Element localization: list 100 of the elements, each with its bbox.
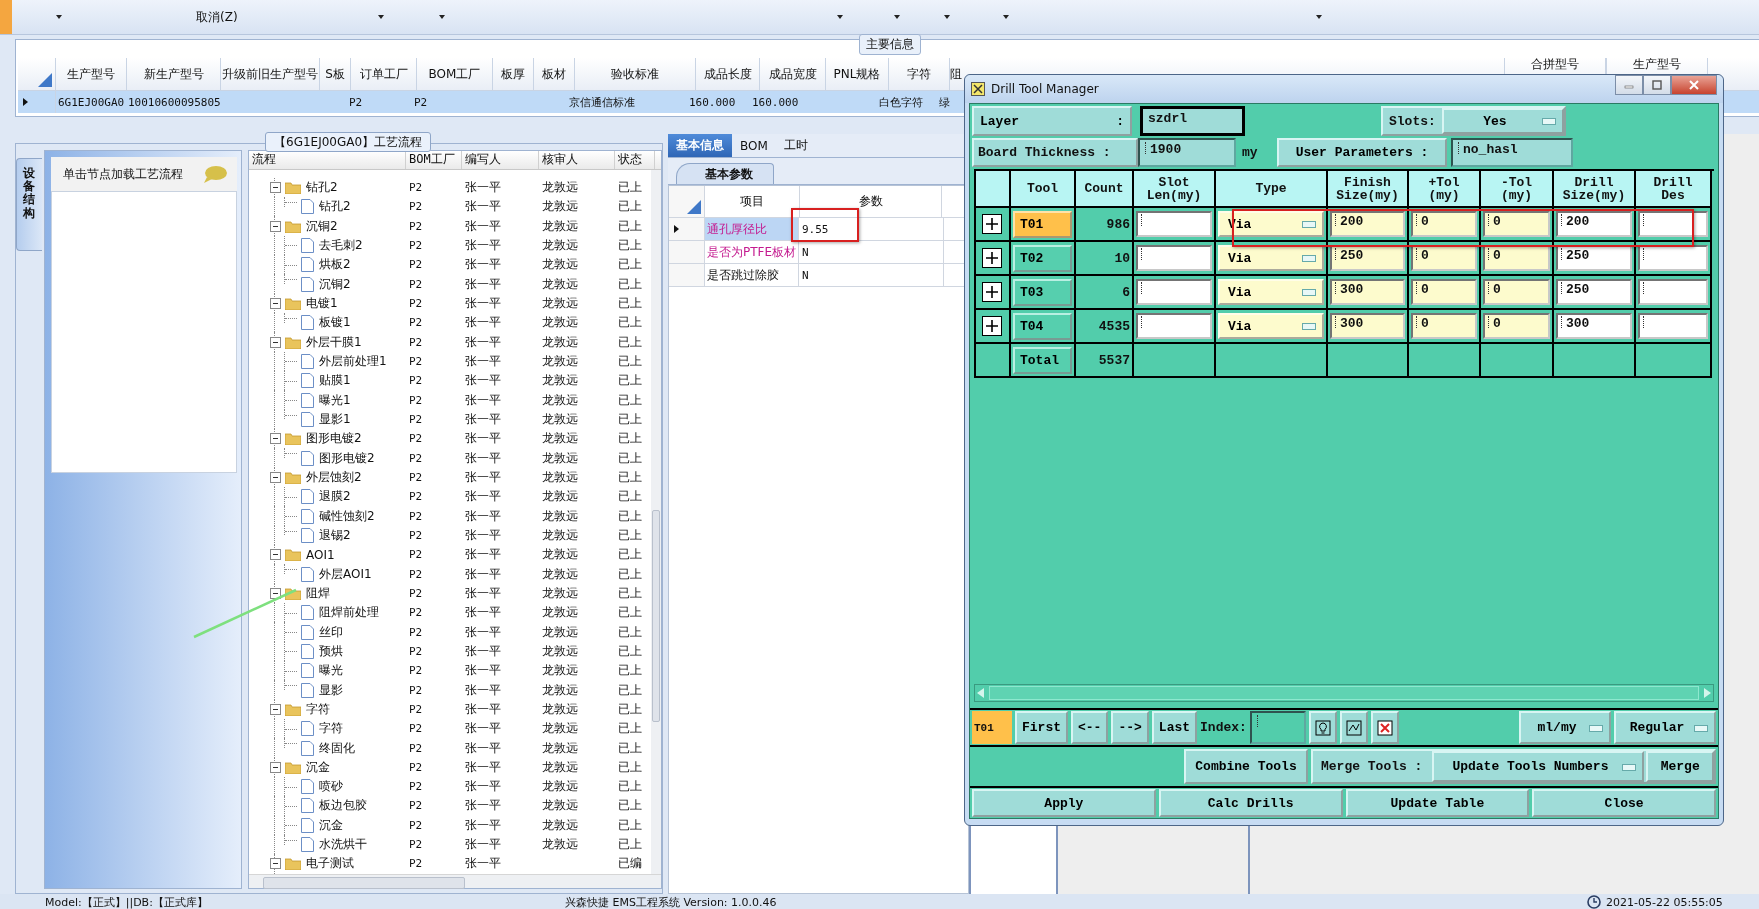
tree-item[interactable]: 字符	[306, 700, 330, 718]
tool-button[interactable]: T04	[1013, 312, 1072, 340]
drill-description-field[interactable]	[1638, 279, 1708, 305]
column-header[interactable]: 字符	[889, 58, 950, 90]
navigation-button[interactable]: First	[1015, 711, 1068, 744]
column-header[interactable]: 板材	[534, 58, 575, 90]
column-header[interactable]: 状态	[615, 151, 655, 169]
layer-field[interactable]: szdrl	[1140, 106, 1245, 136]
caret-icon[interactable]	[1315, 15, 1322, 19]
mode-dropdown[interactable]: Regular	[1614, 711, 1716, 744]
expand-icon[interactable]	[982, 248, 1002, 268]
user-parameters-button[interactable]: User Parameters :	[1277, 138, 1447, 167]
tree-item[interactable]: 图形电镀2	[319, 449, 375, 467]
user-parameters-field[interactable]: no_hasl	[1451, 138, 1573, 167]
collapse-icon[interactable]	[270, 433, 281, 445]
column-header[interactable]: 核审人	[539, 151, 615, 169]
tree-item[interactable]: AOI1	[306, 547, 335, 562]
side-tab[interactable]: 设备结构	[16, 158, 42, 251]
tree-item[interactable]: 阻焊	[306, 584, 330, 602]
cancel-menu[interactable]: 取消(Z)	[196, 8, 238, 26]
navigation-button[interactable]: <--	[1071, 711, 1109, 744]
action-button[interactable]: Update Table	[1345, 789, 1530, 817]
combine-tools-button[interactable]: Combine Tools	[1184, 749, 1308, 784]
caret-icon[interactable]	[943, 15, 950, 19]
tool-button[interactable]: T03	[1013, 278, 1072, 306]
slot-length-field[interactable]	[1136, 313, 1212, 339]
tree-item[interactable]: 去毛刺2	[319, 236, 363, 254]
units-dropdown[interactable]: ml/my	[1519, 711, 1611, 744]
tree-item[interactable]: 外层干膜1	[306, 333, 362, 351]
tree-item[interactable]: 显影1	[319, 410, 351, 428]
tree-item[interactable]: 终固化	[319, 739, 355, 757]
slot-length-field[interactable]	[1136, 245, 1212, 271]
tree-item[interactable]: 丝印	[319, 623, 343, 641]
total-button[interactable]: Total	[1013, 346, 1072, 374]
merge-dropdown[interactable]: Update Tools Numbers	[1432, 751, 1645, 782]
tree-item[interactable]: 图形电镀2	[306, 430, 362, 448]
collapse-icon[interactable]	[270, 761, 281, 773]
column-header[interactable]: 编写人	[462, 151, 539, 169]
action-button[interactable]: Apply	[972, 789, 1156, 817]
tab[interactable]: 基本信息	[668, 134, 732, 157]
tree-item[interactable]: 预烘	[319, 642, 343, 660]
tree-item[interactable]: 碱性蚀刻2	[319, 507, 375, 525]
collapse-icon[interactable]	[270, 858, 281, 870]
size-field[interactable]: 250	[1556, 245, 1632, 271]
close-button[interactable]	[1671, 75, 1717, 95]
tree-item[interactable]: 沉铜2	[319, 275, 351, 293]
size-field[interactable]: 300	[1556, 313, 1632, 339]
type-dropdown[interactable]: Via	[1218, 245, 1324, 271]
column-header[interactable]: PNL规格	[826, 58, 889, 90]
size-field[interactable]: 0	[1411, 313, 1477, 339]
column-header[interactable]: BOM工厂	[417, 58, 493, 90]
tab[interactable]: BOM	[732, 134, 776, 157]
chart-icon[interactable]	[1339, 711, 1368, 744]
column-header[interactable]: 新生产型号	[127, 58, 221, 90]
column-header[interactable]: 参数	[800, 186, 942, 217]
tree-item[interactable]: 钻孔2	[319, 198, 351, 216]
caret-icon[interactable]	[836, 15, 843, 19]
tree-item[interactable]: 电镀1	[306, 294, 338, 312]
tool-button[interactable]: T01	[1013, 210, 1072, 238]
tree-item[interactable]: 退膜2	[319, 488, 351, 506]
tree-item[interactable]: 曝光1	[319, 391, 351, 409]
collapse-icon[interactable]	[270, 703, 281, 715]
tree-item[interactable]: 外层前处理1	[319, 352, 387, 370]
size-field[interactable]: 0	[1483, 211, 1550, 237]
column-header[interactable]: BOM工厂	[406, 151, 462, 169]
type-dropdown[interactable]: Via	[1218, 279, 1324, 305]
column-header[interactable]: S板	[320, 58, 351, 90]
tree-item[interactable]: 喷砂	[319, 778, 343, 796]
collapse-icon[interactable]	[270, 587, 281, 599]
tree-item[interactable]: 沉金	[306, 758, 330, 776]
column-header[interactable]: 生产型号	[56, 58, 127, 90]
size-field[interactable]: 200	[1556, 211, 1632, 237]
tree-item[interactable]: 字符	[319, 720, 343, 738]
layer-button[interactable]: Layer :	[972, 106, 1132, 136]
size-field[interactable]: 0	[1483, 313, 1550, 339]
action-button[interactable]: Calc Drills	[1158, 789, 1343, 817]
caret-icon[interactable]	[56, 15, 62, 19]
column-header[interactable]: 验收标准	[575, 58, 696, 90]
action-button[interactable]: Close	[1532, 789, 1716, 817]
merge-button[interactable]: Merge	[1646, 751, 1714, 782]
expand-icon[interactable]	[982, 214, 1002, 234]
expand-icon[interactable]	[982, 282, 1002, 302]
caret-icon[interactable]	[377, 15, 384, 19]
slot-length-field[interactable]	[1136, 211, 1212, 237]
board-thickness-field[interactable]: 1900	[1138, 138, 1236, 167]
collapse-icon[interactable]	[270, 182, 281, 193]
navigation-button[interactable]: Last	[1151, 711, 1198, 744]
row-header[interactable]	[669, 218, 705, 240]
tool-button[interactable]: T02	[1013, 244, 1072, 272]
scrollbar[interactable]	[974, 684, 1714, 702]
column-header[interactable]: 项目	[705, 186, 800, 217]
size-field[interactable]: 200	[1330, 211, 1405, 237]
index-field[interactable]	[1249, 711, 1306, 744]
tree-item[interactable]: 显影	[319, 681, 343, 699]
tree-item[interactable]: 外层AOI1	[319, 565, 372, 583]
column-header[interactable]: 成品长度	[696, 58, 760, 90]
size-field[interactable]: 250	[1330, 245, 1405, 271]
tab[interactable]: 基本参数	[676, 163, 774, 184]
column-header[interactable]: 流程	[249, 151, 406, 169]
size-field[interactable]: 0	[1411, 245, 1477, 271]
